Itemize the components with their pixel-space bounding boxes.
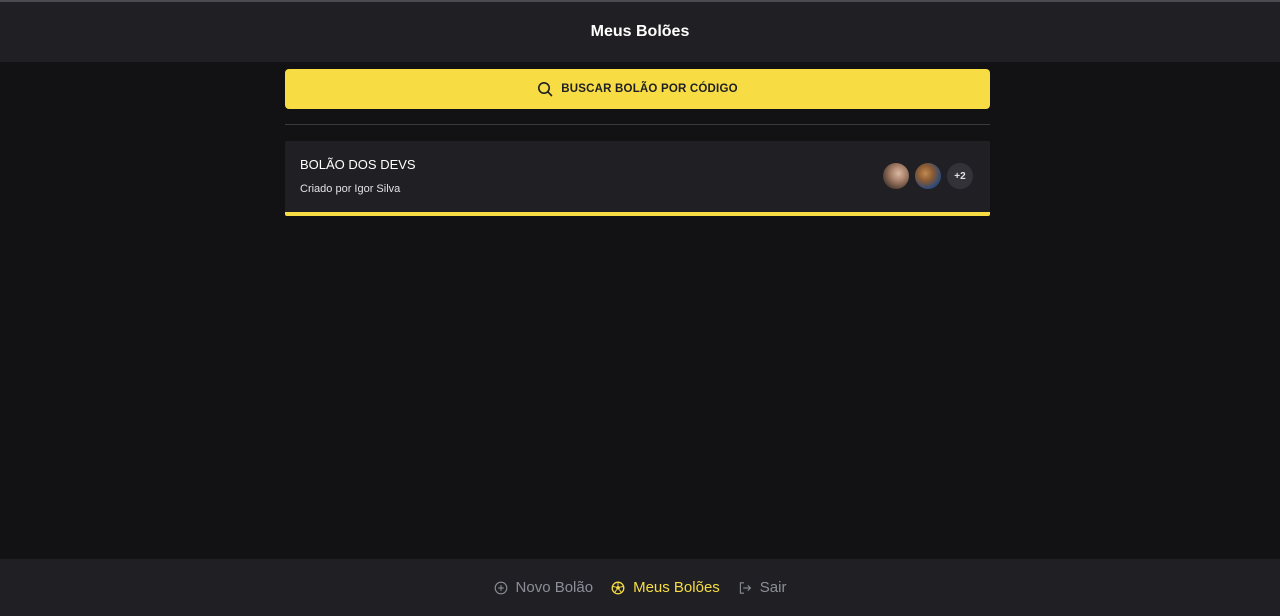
app-header: Meus Bolões (0, 2, 1280, 62)
search-button-label: BUSCAR BOLÃO POR CÓDIGO (561, 83, 738, 95)
nav-new-pool[interactable]: Novo Bolão (494, 579, 594, 596)
extra-participants-count: +2 (945, 161, 975, 191)
main-content: BUSCAR BOLÃO POR CÓDIGO BOLÃO DOS DEVS C… (285, 69, 990, 216)
avatar (881, 161, 911, 191)
avatar (913, 161, 943, 191)
nav-my-pools[interactable]: Meus Bolões (611, 579, 720, 596)
search-pool-by-code-button[interactable]: BUSCAR BOLÃO POR CÓDIGO (285, 69, 990, 109)
pool-title: BOLÃO DOS DEVS (300, 157, 416, 172)
participants-avatars: +2 (879, 161, 975, 191)
nav-logout[interactable]: Sair (738, 579, 787, 596)
nav-my-pools-label: Meus Bolões (633, 579, 720, 596)
plus-circle-icon (494, 581, 508, 595)
nav-new-pool-label: Novo Bolão (515, 579, 594, 596)
nav-logout-label: Sair (759, 579, 787, 596)
bottom-navigation: Novo Bolão Meus Bolões Sair (0, 559, 1280, 616)
divider (285, 124, 990, 125)
page-title: Meus Bolões (590, 23, 690, 40)
logout-icon (738, 581, 752, 595)
pool-owner: Criado por Igor Silva (300, 183, 401, 195)
search-icon (537, 81, 553, 97)
pool-card[interactable]: BOLÃO DOS DEVS Criado por Igor Silva +2 (285, 141, 990, 216)
soccer-ball-icon (611, 581, 625, 595)
